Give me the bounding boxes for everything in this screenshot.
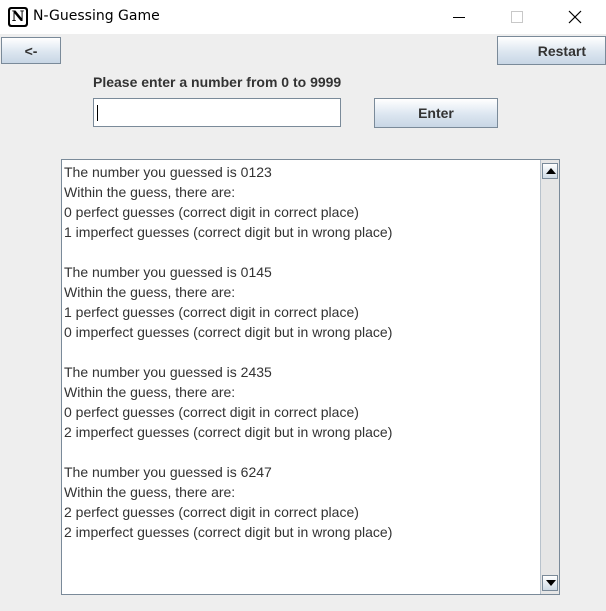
maximize-icon (511, 11, 523, 23)
app-icon-letter: N (10, 9, 26, 25)
window-title: N-Guessing Game (33, 8, 160, 24)
output-line: Within the guess, there are: (64, 284, 236, 300)
output-line: The number you guessed is 0145 (64, 264, 272, 280)
output-line: 1 imperfect guesses (correct digit but i… (64, 224, 393, 240)
output-line: 0 imperfect guesses (correct digit but i… (64, 324, 393, 340)
output-line: The number you guessed is 6247 (64, 464, 272, 480)
output-line: The number you guessed is 0123 (64, 164, 272, 180)
input-prompt-label: Please enter a number from 0 to 9999 (93, 74, 342, 90)
output-line: Within the guess, there are: (64, 484, 236, 500)
output-line: The number you guessed is 2435 (64, 364, 272, 380)
arrow-up-icon (546, 168, 556, 174)
maximize-button[interactable] (494, 0, 540, 34)
output-line: 2 imperfect guesses (correct digit but i… (64, 524, 393, 540)
output-line: 1 perfect guesses (correct digit in corr… (64, 304, 359, 320)
scroll-down-button[interactable] (542, 575, 558, 591)
minimize-icon (453, 17, 465, 18)
output-text-area[interactable]: The number you guessed is 0123 Within the… (61, 159, 560, 595)
output-line: Within the guess, there are: (64, 184, 236, 200)
output-line: 2 imperfect guesses (correct digit but i… (64, 424, 393, 440)
restart-button[interactable]: Restart (497, 36, 606, 65)
output-line: 0 perfect guesses (correct digit in corr… (64, 204, 359, 220)
vertical-scrollbar[interactable] (540, 160, 559, 594)
output-line: 0 perfect guesses (correct digit in corr… (64, 404, 359, 420)
arrow-down-icon (546, 580, 556, 586)
text-caret (97, 105, 98, 121)
guess-input[interactable] (93, 98, 341, 127)
app-n-icon: N (8, 7, 28, 27)
close-icon (568, 10, 582, 24)
minimize-button[interactable] (436, 0, 482, 34)
output-line: Within the guess, there are: (64, 384, 236, 400)
close-button[interactable] (552, 0, 598, 34)
output-line: 2 perfect guesses (correct digit in corr… (64, 504, 359, 520)
output-lines: The number you guessed is 0123 Within the… (64, 162, 540, 592)
back-button[interactable]: <- (1, 37, 61, 64)
title-bar: N N-Guessing Game (0, 0, 606, 34)
enter-button[interactable]: Enter (374, 98, 498, 128)
scroll-up-button[interactable] (542, 163, 558, 179)
